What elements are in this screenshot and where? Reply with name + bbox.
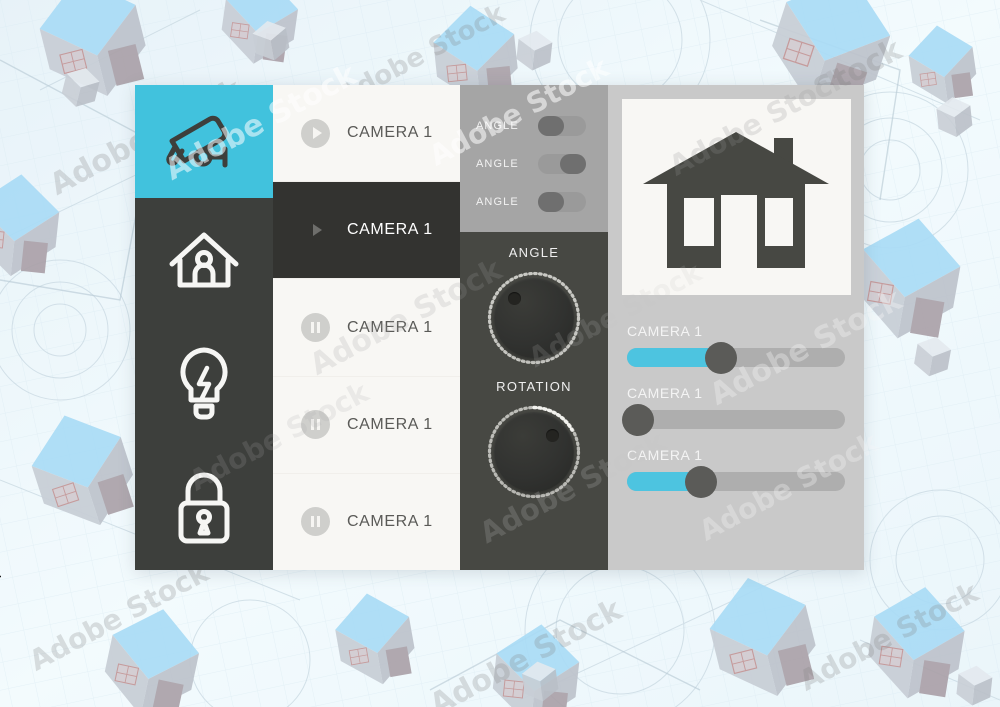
pause-icon[interactable] [301,507,330,537]
toggle-label: ANGLE [476,120,519,132]
camera-slider-2[interactable] [621,403,845,436]
slider-label: CAMERA 1 [627,323,703,339]
angle-toggle-3[interactable] [538,192,586,212]
control-column: ANGLE ANGLE ANGLE ANGLE ROTATION [460,85,608,570]
pause-icon[interactable] [301,410,330,440]
angle-toggle-1[interactable] [538,116,586,136]
toggle-row: ANGLE [460,107,608,145]
dial-panel: ANGLE ROTATION [460,232,608,570]
camera-slider-1[interactable] [627,341,845,374]
lightbulb-icon [174,346,234,422]
list-item[interactable]: CAMERA 1 [273,377,460,474]
camera-name: CAMERA 1 [347,221,433,239]
sidebar-item-lighting[interactable] [135,322,273,446]
angle-dial[interactable] [485,269,583,367]
house-glyph [643,131,829,268]
list-item[interactable]: CAMERA 1 [273,85,460,183]
toggle-panel: ANGLE ANGLE ANGLE [460,85,608,232]
cctv-camera-icon [163,112,245,172]
slider-label: CAMERA 1 [627,447,703,463]
play-icon[interactable] [301,118,330,148]
slider-block: CAMERA 1 [627,447,845,498]
slider-block: CAMERA 1 [627,323,845,374]
slider-label: CAMERA 1 [627,385,703,401]
camera-name: CAMERA 1 [347,124,433,142]
dial-indicator [508,292,521,305]
toggle-label: ANGLE [476,158,519,170]
toggle-row: ANGLE [460,183,608,221]
camera-slider-3[interactable] [627,465,845,498]
sidebar-item-camera[interactable] [135,85,273,198]
camera-name: CAMERA 1 [347,415,433,433]
slider-block: CAMERA 1 [621,385,845,436]
rotation-dial-label: ROTATION [496,379,572,394]
camera-preview[interactable] [621,99,851,295]
sidebar [135,85,273,570]
slider-group: CAMERA 1 CAMERA 1 CAMERA 1 [621,323,845,509]
camera-list: CAMERA 1 CAMERA 1 CAMERA 1 CAMERA 1 CAME… [273,85,460,570]
smart-home-app-window: CAMERA 1 CAMERA 1 CAMERA 1 CAMERA 1 CAME… [135,85,864,570]
angle-toggle-2[interactable] [538,154,586,174]
list-item[interactable]: CAMERA 1 [273,182,460,280]
rotation-dial[interactable] [485,403,583,501]
adobe-stock-watermark: Adobe Stock | #146376286 [0,450,2,697]
dial-indicator [546,429,559,442]
list-item[interactable]: CAMERA 1 [273,279,460,377]
home-icon [167,229,241,291]
play-icon[interactable] [301,216,330,245]
camera-name: CAMERA 1 [347,512,433,530]
padlock-icon [173,471,235,545]
list-item[interactable]: CAMERA 1 [273,474,460,570]
toggle-label: ANGLE [476,196,519,208]
house-icon [643,122,829,273]
camera-name: CAMERA 1 [347,318,433,336]
right-panel: CAMERA 1 CAMERA 1 CAMERA 1 [608,85,864,570]
sidebar-item-security[interactable] [135,446,273,570]
toggle-row: ANGLE [460,145,608,183]
pause-icon[interactable] [301,313,330,342]
angle-dial-label: ANGLE [508,245,560,260]
sidebar-item-home[interactable] [135,198,273,322]
